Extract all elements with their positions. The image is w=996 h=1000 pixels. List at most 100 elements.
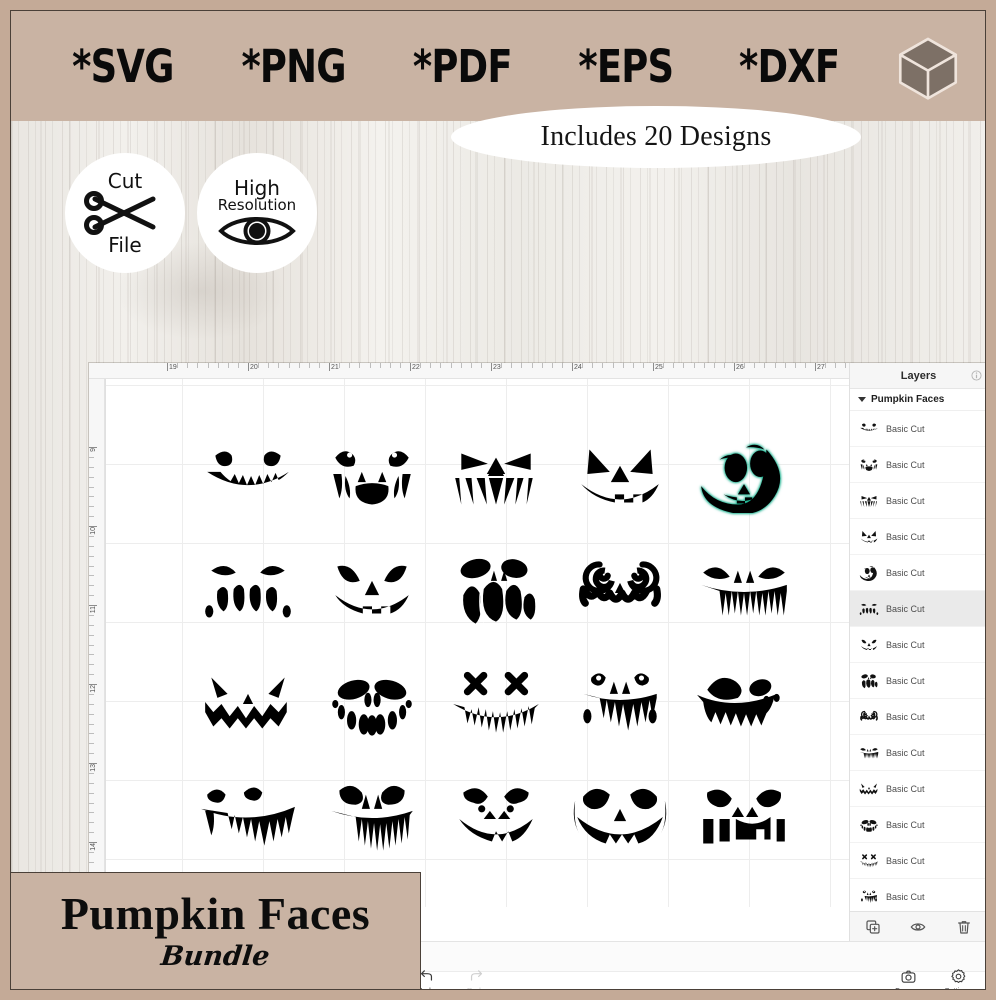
ruler-minor-tick (89, 674, 94, 676)
design-narrow-fang-face[interactable] (321, 780, 423, 852)
file-format-list: *SVG *PNG *PDF *EPS *DXF (11, 11, 891, 121)
delete-trash-icon[interactable] (956, 919, 972, 935)
info-icon[interactable] (971, 370, 982, 381)
layer-thumbnail-icon (858, 564, 880, 582)
ruler-minor-tick (784, 363, 786, 368)
ruler-minor-tick (450, 363, 452, 368)
ruler-label: 13 (90, 764, 97, 772)
design-jagged-grin-face[interactable] (197, 441, 299, 513)
design-swirl-eyes-face[interactable] (569, 554, 671, 626)
design-slash-eyes-face[interactable] (197, 667, 299, 739)
layer-label: Basic Cut (886, 603, 925, 614)
layer-row[interactable]: Basic Cut (850, 771, 985, 807)
ruler-minor-tick (389, 363, 391, 368)
design-classic-jack-face[interactable] (569, 441, 671, 513)
layer-row[interactable]: Basic Cut (850, 591, 985, 627)
design-canvas[interactable] (105, 379, 849, 907)
ruler-minor-tick (89, 496, 94, 498)
ruler-minor-tick (754, 363, 756, 368)
layer-row[interactable]: Basic Cut (850, 555, 985, 591)
ruler-tick (248, 363, 249, 371)
layer-row[interactable]: Basic Cut (850, 519, 985, 555)
ruler-minor-tick (89, 654, 94, 656)
ruler-minor-tick (480, 363, 482, 368)
visibility-eye-icon[interactable] (910, 919, 926, 935)
settings-button[interactable]: Settings (933, 968, 983, 989)
ruler-minor-tick (89, 822, 94, 824)
design-wavy-drip-face[interactable] (197, 780, 299, 852)
layer-row[interactable]: Basic Cut (850, 735, 985, 771)
layer-row[interactable]: Basic Cut (850, 447, 985, 483)
design-pirate-grin-face[interactable] (693, 667, 795, 739)
ruler-minor-tick (288, 363, 290, 368)
ruler-minor-tick (845, 363, 847, 368)
ruler-minor-tick (227, 363, 229, 368)
design-brow-drip-face[interactable] (197, 554, 299, 626)
redo-arrow-icon (470, 970, 482, 981)
ruler-minor-tick (430, 363, 432, 368)
ruler-minor-tick (89, 782, 94, 784)
design-drip-fang-face[interactable] (569, 667, 671, 739)
ruler-minor-tick (744, 363, 746, 368)
ruler-minor-tick (420, 363, 422, 368)
cube-icon (898, 37, 958, 100)
format-pdf: *PDF (412, 39, 513, 93)
design-simple-jack-face[interactable] (321, 554, 423, 626)
ruler-minor-tick (318, 363, 320, 368)
design-sly-smile-face[interactable] (445, 780, 547, 852)
high-resolution-badge: High Resolution (197, 153, 317, 273)
layer-row[interactable]: Basic Cut (850, 663, 985, 699)
ruler-minor-tick (622, 363, 624, 368)
layer-thumbnail-icon (858, 456, 880, 474)
layer-thumbnail-icon (858, 420, 880, 438)
ruler-minor-tick (825, 363, 827, 368)
layer-label: Basic Cut (886, 567, 925, 578)
design-fanged-snarl-face[interactable] (321, 441, 423, 513)
layer-row[interactable]: Basic Cut (850, 699, 985, 735)
layer-row[interactable]: Basic Cut (850, 843, 985, 879)
ruler-minor-tick (89, 713, 94, 715)
layers-panel-title: Layers (900, 369, 937, 382)
design-crescent-skull-face[interactable] (693, 441, 795, 513)
camera-button[interactable]: Camera (883, 968, 933, 989)
layer-row[interactable]: Basic Cut (850, 807, 985, 843)
duplicate-icon[interactable] (865, 919, 881, 935)
design-blocky-teeth-face[interactable] (693, 780, 795, 852)
design-wide-grin-face[interactable] (569, 780, 671, 852)
high-res-badge-line1: High (234, 175, 280, 200)
layer-label: Basic Cut (886, 459, 925, 470)
redo-button[interactable]: Redo (451, 968, 501, 989)
layer-row[interactable]: Basic Cut (850, 879, 985, 911)
ruler-label: 10 (90, 527, 97, 535)
ruler-label: 12 (90, 685, 97, 693)
ruler-minor-tick (298, 363, 300, 368)
layer-row[interactable]: Basic Cut (850, 627, 985, 663)
layer-label: Basic Cut (886, 891, 925, 902)
design-spiky-beard-face[interactable] (693, 554, 795, 626)
ruler-label: 26 (736, 364, 744, 371)
layer-thumbnail-icon (858, 708, 880, 726)
layer-list[interactable]: Basic Cut Basic Cut Basic Cut Basic Cut … (850, 411, 985, 911)
layer-group-pumpkin-faces[interactable]: Pumpkin Faces (850, 389, 985, 411)
chevron-down-icon[interactable] (858, 397, 866, 402)
ruler-tick (410, 363, 411, 371)
layer-label: Basic Cut (886, 531, 925, 542)
ruler-minor-tick (89, 792, 94, 794)
design-x-eyes-face[interactable] (445, 667, 547, 739)
design-melting-blob-face[interactable] (445, 554, 547, 626)
ruler-minor-tick (713, 363, 715, 368)
design-triangle-teeth-face[interactable] (445, 441, 547, 513)
ruler-minor-tick (89, 693, 94, 695)
layers-panel-footer (850, 911, 985, 941)
ruler-minor-tick (521, 363, 523, 368)
ruler-tick (329, 363, 330, 371)
ruler-minor-tick (764, 363, 766, 368)
ruler-minor-tick (835, 363, 837, 368)
design-oval-teeth-face[interactable] (321, 667, 423, 739)
layer-row[interactable]: Basic Cut (850, 483, 985, 519)
camera-label: Camera (895, 986, 922, 989)
ruler-minor-tick (602, 363, 604, 368)
layer-row[interactable]: Basic Cut (850, 411, 985, 447)
ruler-minor-tick (89, 664, 94, 666)
ruler-minor-tick (268, 363, 270, 368)
